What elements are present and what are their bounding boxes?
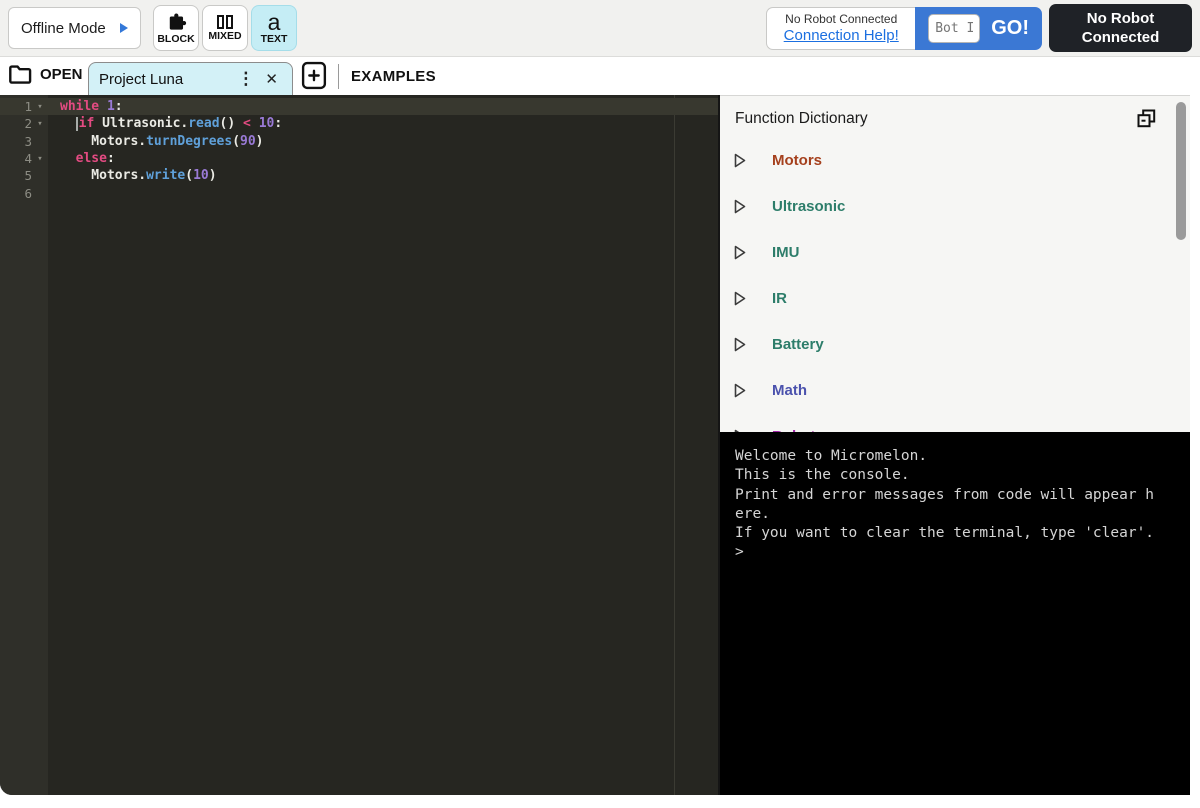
- dictionary-item-motors[interactable]: Motors: [720, 137, 1190, 183]
- dictionary-item-label: Motors: [772, 152, 822, 169]
- connection-help-link[interactable]: Connection Help!: [784, 27, 899, 44]
- block-mode-button[interactable]: BLOCK: [153, 5, 199, 51]
- popout-windows-icon[interactable]: [1137, 109, 1156, 128]
- function-dictionary-list: Motors Ultrasonic IMU IR Battery Math Robot: [720, 137, 1190, 432]
- puzzle-icon: [166, 12, 187, 32]
- robot-status-line1: No Robot: [1087, 9, 1154, 28]
- project-tab[interactable]: Project Luna ⋮ ✕: [88, 62, 293, 95]
- code-text: else:: [48, 151, 115, 166]
- code-text: if Ultrasonic.read() < 10:: [48, 116, 282, 131]
- expand-triangle-icon[interactable]: [733, 198, 747, 215]
- code-line[interactable]: 1▾while 1:: [0, 98, 718, 115]
- function-dictionary-header: Function Dictionary: [720, 96, 1190, 128]
- connect-control-group: No Robot Connected Connection Help! GO!: [766, 7, 1042, 50]
- main-content: 1▾while 1:2▾ if Ultrasonic.read() < 10:3…: [0, 95, 1200, 808]
- mixed-mode-button[interactable]: MIXED: [202, 5, 248, 51]
- console-line: If you want to clear the terminal, type …: [735, 524, 1182, 543]
- mixed-mode-label: MIXED: [208, 30, 241, 42]
- dictionary-item-battery[interactable]: Battery: [720, 321, 1190, 367]
- bot-id-go-box: GO!: [915, 7, 1042, 50]
- tab-bar: OPEN Project Luna ⋮ ✕ EXAMPLES: [0, 57, 1200, 95]
- open-button[interactable]: OPEN: [8, 64, 83, 84]
- split-panels-icon: [217, 15, 233, 29]
- text-cursor: [76, 117, 78, 131]
- folder-icon: [8, 64, 33, 84]
- open-label: OPEN: [40, 66, 83, 83]
- fold-arrow-icon: ▾: [32, 154, 48, 164]
- new-file-button[interactable]: [301, 61, 328, 95]
- fold-arrow-icon: ▾: [32, 119, 48, 129]
- expand-triangle-icon[interactable]: [733, 382, 747, 399]
- expand-triangle-icon[interactable]: [733, 336, 747, 353]
- right-panel: Function Dictionary Motors Ultrasonic IMU I…: [718, 95, 1190, 795]
- dictionary-item-ultrasonic[interactable]: Ultrasonic: [720, 183, 1190, 229]
- offline-mode-label: Offline Mode: [21, 20, 106, 37]
- dictionary-item-label: Robot: [772, 428, 815, 433]
- robot-status-line2: Connected: [1082, 28, 1160, 47]
- toolbar-divider: [338, 64, 339, 89]
- dictionary-item-ir[interactable]: IR: [720, 275, 1190, 321]
- line-number[interactable]: 5: [0, 168, 48, 183]
- connection-cluster: No Robot Connected Connection Help! GO! …: [766, 4, 1192, 52]
- dictionary-item-math[interactable]: Math: [720, 367, 1190, 413]
- text-a-icon: a: [268, 12, 281, 32]
- line-number[interactable]: 4▾: [0, 151, 48, 166]
- line-number[interactable]: 1▾: [0, 99, 48, 114]
- tab-menu-kebab-icon[interactable]: ⋮: [230, 69, 261, 89]
- expand-triangle-icon[interactable]: [733, 152, 747, 169]
- code-text: while 1:: [48, 99, 123, 114]
- dictionary-item-label: Math: [772, 382, 807, 399]
- examples-button[interactable]: EXAMPLES: [351, 68, 436, 85]
- code-lines: 1▾while 1:2▾ if Ultrasonic.read() < 10:3…: [0, 95, 718, 202]
- code-line[interactable]: 2▾ if Ultrasonic.read() < 10:: [0, 115, 718, 132]
- console-terminal[interactable]: Welcome to Micromelon.This is the consol…: [720, 432, 1190, 795]
- dictionary-item-robot[interactable]: Robot: [720, 413, 1190, 432]
- dictionary-item-label: Battery: [772, 336, 824, 353]
- new-file-icon: [301, 61, 328, 90]
- tab-close-icon[interactable]: ✕: [261, 70, 282, 88]
- code-text: Motors.turnDegrees(90): [48, 134, 264, 149]
- offline-mode-dropdown[interactable]: Offline Mode: [8, 7, 141, 49]
- chevron-right-icon: [120, 23, 128, 33]
- line-number[interactable]: 2▾: [0, 116, 48, 131]
- console-line: Print and error messages from code will …: [735, 486, 1182, 505]
- connection-status-text: No Robot Connected: [785, 12, 897, 26]
- robot-status-badge: No Robot Connected: [1049, 4, 1192, 52]
- line-number[interactable]: 6: [0, 186, 48, 201]
- scrollbar-thumb[interactable]: [1176, 102, 1186, 240]
- function-dictionary-title: Function Dictionary: [735, 110, 868, 128]
- project-tab-title: Project Luna: [99, 71, 230, 88]
- dictionary-item-imu[interactable]: IMU: [720, 229, 1190, 275]
- dictionary-item-label: IMU: [772, 244, 800, 261]
- code-line[interactable]: 3 Motors.turnDegrees(90): [0, 133, 718, 150]
- console-line: This is the console.: [735, 466, 1182, 485]
- function-dictionary-panel: Function Dictionary Motors Ultrasonic IMU I…: [720, 95, 1190, 432]
- code-line[interactable]: 4▾ else:: [0, 150, 718, 167]
- top-toolbar: Offline Mode BLOCK MIXED a TEXT N: [0, 0, 1200, 57]
- dictionary-item-label: Ultrasonic: [772, 198, 845, 215]
- micromelon-ide-window: Offline Mode BLOCK MIXED a TEXT N: [0, 0, 1200, 808]
- bot-id-input[interactable]: [928, 14, 980, 43]
- code-line[interactable]: 5 Motors.write(10): [0, 167, 718, 184]
- console-line: Welcome to Micromelon.: [735, 447, 1182, 466]
- code-line[interactable]: 6: [0, 184, 718, 201]
- mode-switch-group: BLOCK MIXED a TEXT: [153, 5, 297, 51]
- line-number[interactable]: 3: [0, 134, 48, 149]
- window-right-margin: [1190, 95, 1200, 808]
- dictionary-item-label: IR: [772, 290, 787, 307]
- fold-arrow-icon: ▾: [32, 102, 48, 112]
- go-button[interactable]: GO!: [991, 17, 1029, 40]
- code-editor[interactable]: 1▾while 1:2▾ if Ultrasonic.read() < 10:3…: [0, 95, 718, 795]
- connection-info-box: No Robot Connected Connection Help!: [766, 7, 915, 50]
- expand-triangle-icon[interactable]: [733, 244, 747, 261]
- console-line: >: [735, 543, 1182, 562]
- code-text: Motors.write(10): [48, 168, 217, 183]
- console-line: ere.: [735, 505, 1182, 524]
- expand-triangle-icon[interactable]: [733, 428, 747, 433]
- text-mode-button[interactable]: a TEXT: [251, 5, 297, 51]
- text-mode-label: TEXT: [261, 33, 288, 45]
- block-mode-label: BLOCK: [157, 33, 194, 45]
- expand-triangle-icon[interactable]: [733, 290, 747, 307]
